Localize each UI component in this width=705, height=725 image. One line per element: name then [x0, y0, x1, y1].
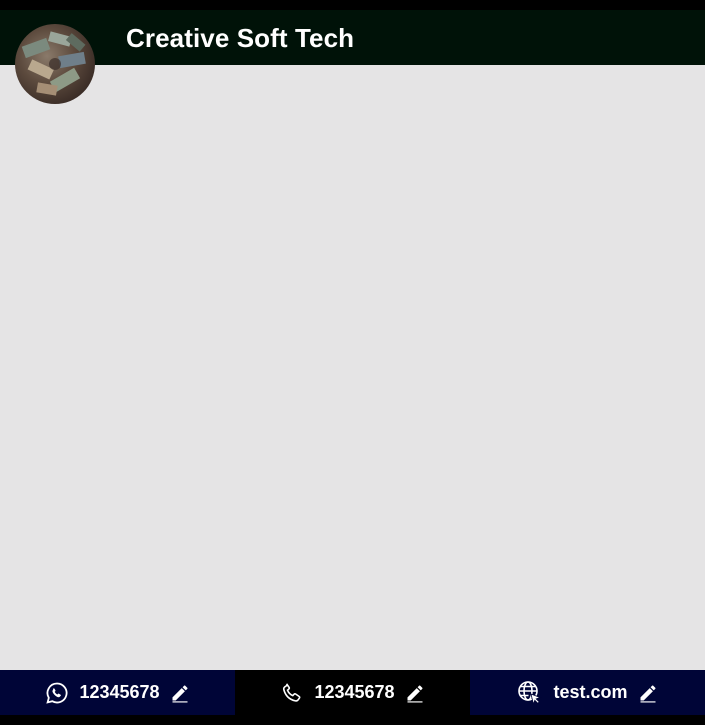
footer-whatsapp[interactable]: 12345678 — [0, 670, 235, 715]
globe-cursor-icon — [517, 680, 543, 706]
footer-website[interactable]: test.com — [470, 670, 705, 715]
page-title: Creative Soft Tech — [126, 23, 355, 53]
pencil-icon[interactable] — [170, 683, 190, 703]
app-header: Creative Soft Tech — [0, 10, 705, 65]
website-url: test.com — [553, 682, 628, 702]
phone-number: 12345678 — [314, 682, 395, 702]
pencil-icon[interactable] — [638, 683, 658, 703]
whatsapp-number: 12345678 — [79, 682, 160, 702]
navigation-bar-strip — [0, 715, 705, 725]
footer-phone[interactable]: 12345678 — [235, 670, 470, 715]
whatsapp-icon — [45, 681, 69, 705]
pencil-icon[interactable] — [405, 683, 425, 703]
status-bar-strip — [0, 0, 705, 10]
avatar-image — [21, 31, 86, 96]
contact-footer: 12345678 12345678 test.com — [0, 670, 705, 715]
phone-icon — [280, 681, 304, 705]
avatar[interactable] — [15, 24, 95, 104]
content-canvas[interactable] — [0, 65, 705, 670]
